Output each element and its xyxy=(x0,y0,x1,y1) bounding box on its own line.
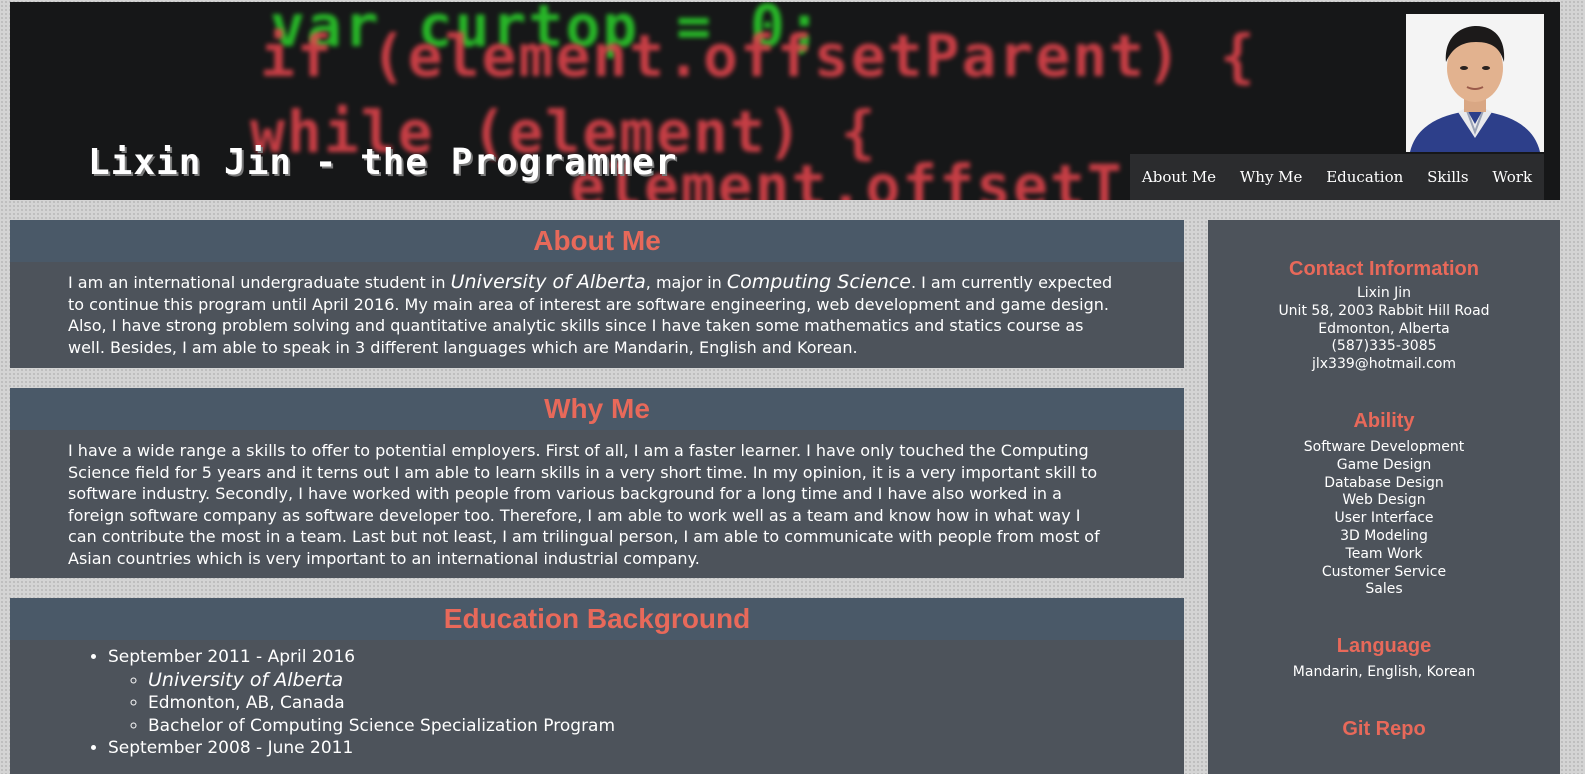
list-item: Edmonton, AB, Canada xyxy=(148,692,1184,715)
avatar xyxy=(1406,14,1544,152)
about-university: University of Alberta xyxy=(450,271,646,293)
education-section: Education Background September 2011 - Ap… xyxy=(10,598,1184,774)
contact-city: Edmonton, Alberta xyxy=(1318,320,1450,337)
list-item: Customer Service xyxy=(1321,563,1447,580)
code-line: var curtop = 0; xyxy=(270,2,824,60)
list-item: Sales xyxy=(1365,581,1403,598)
language-list: Mandarin, English, Korean xyxy=(1208,664,1560,682)
education-school: University of Alberta xyxy=(148,668,344,691)
profile-photo-icon xyxy=(1406,14,1544,152)
contact-name: Lixin Jin xyxy=(1356,285,1412,301)
why-header: Why Me xyxy=(10,388,1184,430)
education-program: Bachelor of Computing Science Specializa… xyxy=(148,715,616,736)
list-item: Bachelor of Computing Science Specializa… xyxy=(148,715,1184,738)
contact-email-link[interactable]: jlx339@hotmail.com xyxy=(1312,356,1456,372)
education-list: September 2011 - April 2016 University o… xyxy=(10,646,1184,760)
why-section: Why Me I have a wide range a skills to o… xyxy=(10,388,1184,578)
education-location: Edmonton, AB, Canada xyxy=(148,693,345,713)
code-line: if (element.offsetParent) { xyxy=(260,22,1257,90)
nav-item-skills[interactable]: Skills xyxy=(1421,164,1474,190)
about-text-part: I am an international undergraduate stud… xyxy=(68,273,451,292)
nav-item-about-me[interactable]: About Me xyxy=(1136,164,1222,190)
about-text: I am an international undergraduate stud… xyxy=(10,262,1184,358)
why-text: I have a wide range a skills to offer to… xyxy=(68,441,1100,568)
site-title: Lixin Jin - the Programmer xyxy=(88,142,678,183)
education-period: September 2008 - June 2011 xyxy=(108,738,354,758)
git-heading: Git Repo xyxy=(1342,717,1426,740)
language-value: Mandarin, English, Korean xyxy=(1292,664,1476,681)
about-section: About Me I am an international undergrad… xyxy=(10,220,1184,368)
list-item: September 2011 - April 2016 University o… xyxy=(108,646,1184,737)
nav-item-why-me[interactable]: Why Me xyxy=(1234,164,1309,190)
about-header: About Me xyxy=(10,220,1184,262)
about-major: Computing Science xyxy=(726,271,911,293)
list-item: Software Development xyxy=(1303,438,1465,455)
nav-item-work[interactable]: Work xyxy=(1486,164,1538,190)
list-item: September 2008 - June 2011 xyxy=(108,737,1184,760)
header-banner: var curtop = 0; if (element.offsetParent… xyxy=(10,2,1560,200)
list-item: Game Design xyxy=(1336,456,1432,473)
list-item: Team Work xyxy=(1345,545,1423,562)
contact-heading: Contact Information xyxy=(1289,258,1479,280)
list-item: User Interface xyxy=(1334,510,1434,527)
nav-item-education[interactable]: Education xyxy=(1320,164,1409,190)
language-heading: Language xyxy=(1336,635,1432,658)
contact-phone: (587)335-3085 xyxy=(1331,338,1437,355)
list-item: Web Design xyxy=(1342,492,1426,509)
ability-list: Software Development Game Design Databas… xyxy=(1208,439,1560,599)
sidebar: Contact Information Lixin Jin Unit 58, 2… xyxy=(1208,220,1560,774)
main-nav: About Me Why Me Education Skills Work xyxy=(1130,154,1544,200)
list-item: University of Alberta xyxy=(148,669,1184,693)
contact-list: Lixin Jin Unit 58, 2003 Rabbit Hill Road… xyxy=(1208,285,1560,374)
list-item: 3D Modeling xyxy=(1340,527,1428,544)
why-heading: Why Me xyxy=(544,393,650,424)
contact-address: Unit 58, 2003 Rabbit Hill Road xyxy=(1278,302,1490,319)
education-details: University of Alberta Edmonton, AB, Cana… xyxy=(108,669,1184,738)
list-item: Database Design xyxy=(1324,474,1444,491)
education-period: September 2011 - April 2016 xyxy=(108,647,356,667)
education-heading: Education Background xyxy=(443,603,751,634)
education-header: Education Background xyxy=(10,598,1184,640)
about-heading: About Me xyxy=(533,225,661,256)
about-text-part: , major in xyxy=(645,273,727,292)
ability-heading: Ability xyxy=(1353,409,1415,432)
